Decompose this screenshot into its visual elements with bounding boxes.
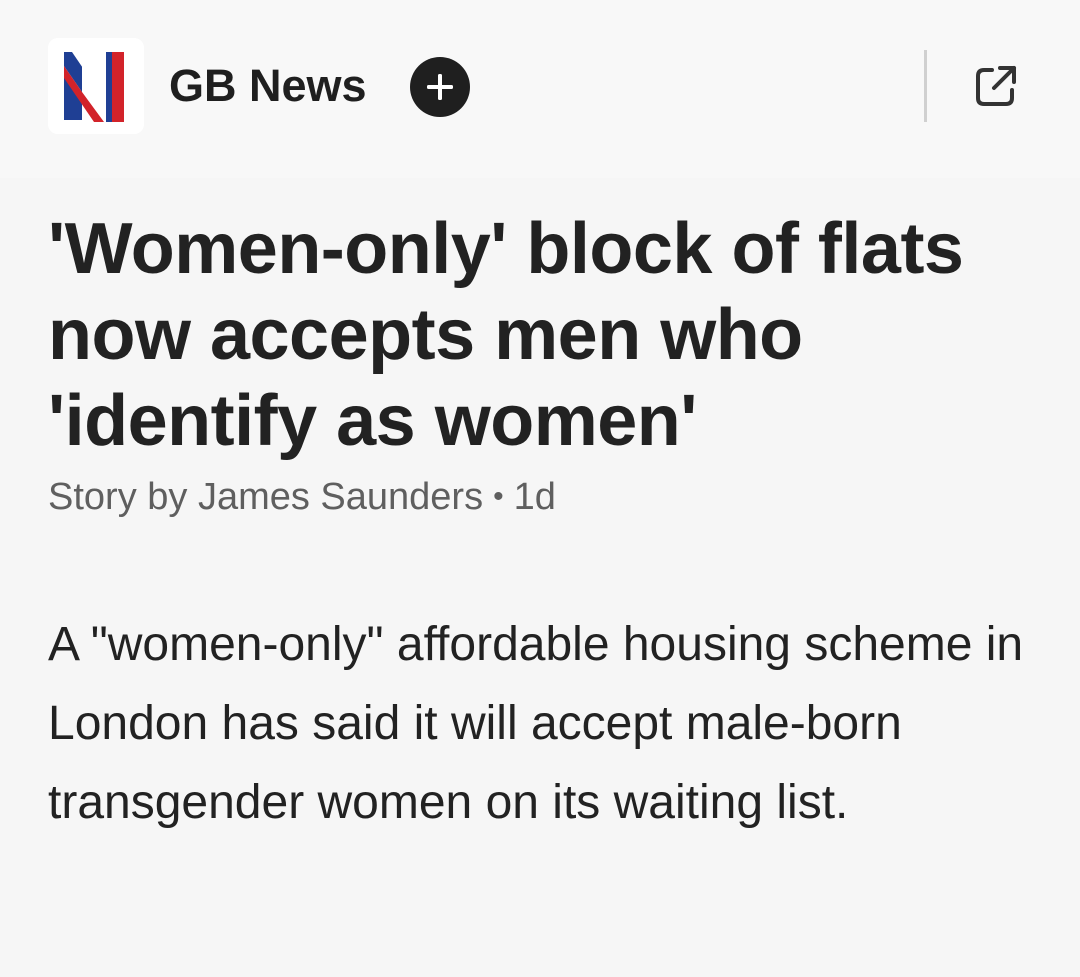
follow-button[interactable] (410, 57, 470, 117)
gb-news-logo[interactable] (48, 38, 144, 134)
article-body: A "women-only" affordable housing scheme… (48, 618, 1024, 829)
open-external-button[interactable] (970, 60, 1022, 112)
article-headline: 'Women-only' block of flats now accepts … (48, 209, 964, 461)
article-byline: Story by James Saunders • 1d (48, 473, 556, 521)
source-header: GB News (0, 0, 1080, 178)
header-divider (924, 50, 927, 122)
byline-age: 1d (513, 476, 556, 518)
plus-circle-icon (427, 74, 453, 100)
byline-separator: • (493, 480, 504, 513)
source-name[interactable]: GB News (169, 60, 367, 112)
byline-author[interactable]: Story by James Saunders (48, 476, 483, 518)
gb-news-logo-icon (48, 38, 144, 134)
open-external-icon (976, 66, 1016, 106)
